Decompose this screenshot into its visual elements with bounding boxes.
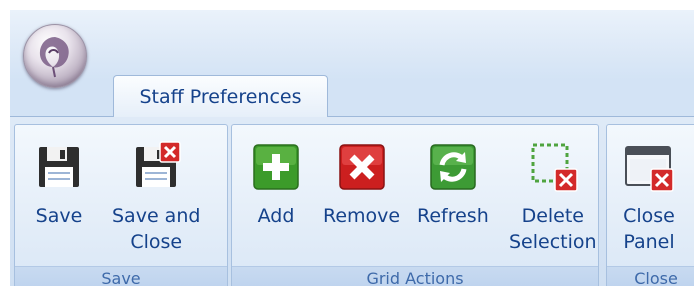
floppy-disk-icon (33, 141, 85, 193)
refresh-button[interactable]: Refresh (417, 141, 489, 229)
close-panel-icon (623, 141, 675, 193)
refresh-icon (427, 141, 479, 193)
delete-selection-button-label: Delete Selection (509, 205, 597, 253)
save-and-close-button[interactable]: Save and Close (112, 141, 200, 255)
ribbon-frame: Staff Preferences Save Save and Close Sa… (10, 10, 694, 286)
remove-icon (336, 141, 388, 193)
group-grid-actions-label: Grid Actions (232, 266, 598, 286)
floppy-disk-close-icon (130, 141, 182, 193)
group-close-label: Close (607, 266, 694, 286)
save-button[interactable]: Save (33, 141, 85, 229)
save-button-label: Save (35, 205, 83, 227)
close-panel-button-label: Close Panel (623, 205, 675, 253)
add-icon (250, 141, 302, 193)
remove-button-label: Remove (323, 205, 401, 227)
refresh-button-label: Refresh (417, 205, 489, 227)
remove-button[interactable]: Remove (323, 141, 400, 229)
close-panel-button[interactable]: Close Panel (623, 141, 675, 255)
add-button-label: Add (257, 205, 295, 227)
group-save: Save Save and Close Save (14, 124, 228, 286)
app-orb-icon (39, 37, 69, 78)
tab-label: Staff Preferences (139, 85, 302, 108)
add-button[interactable]: Add (250, 141, 302, 229)
delete-selection-button[interactable]: Delete Selection (509, 141, 597, 255)
group-grid-actions: Add Remove Refresh Delete Selection Grid… (231, 124, 599, 286)
delete-selection-icon (527, 141, 579, 193)
group-save-label: Save (15, 266, 227, 286)
save-and-close-button-label: Save and Close (112, 205, 201, 253)
tab-staff-preferences[interactable]: Staff Preferences (113, 75, 328, 117)
group-close: Close Panel Close (606, 124, 694, 286)
app-orb-button[interactable] (23, 24, 87, 88)
